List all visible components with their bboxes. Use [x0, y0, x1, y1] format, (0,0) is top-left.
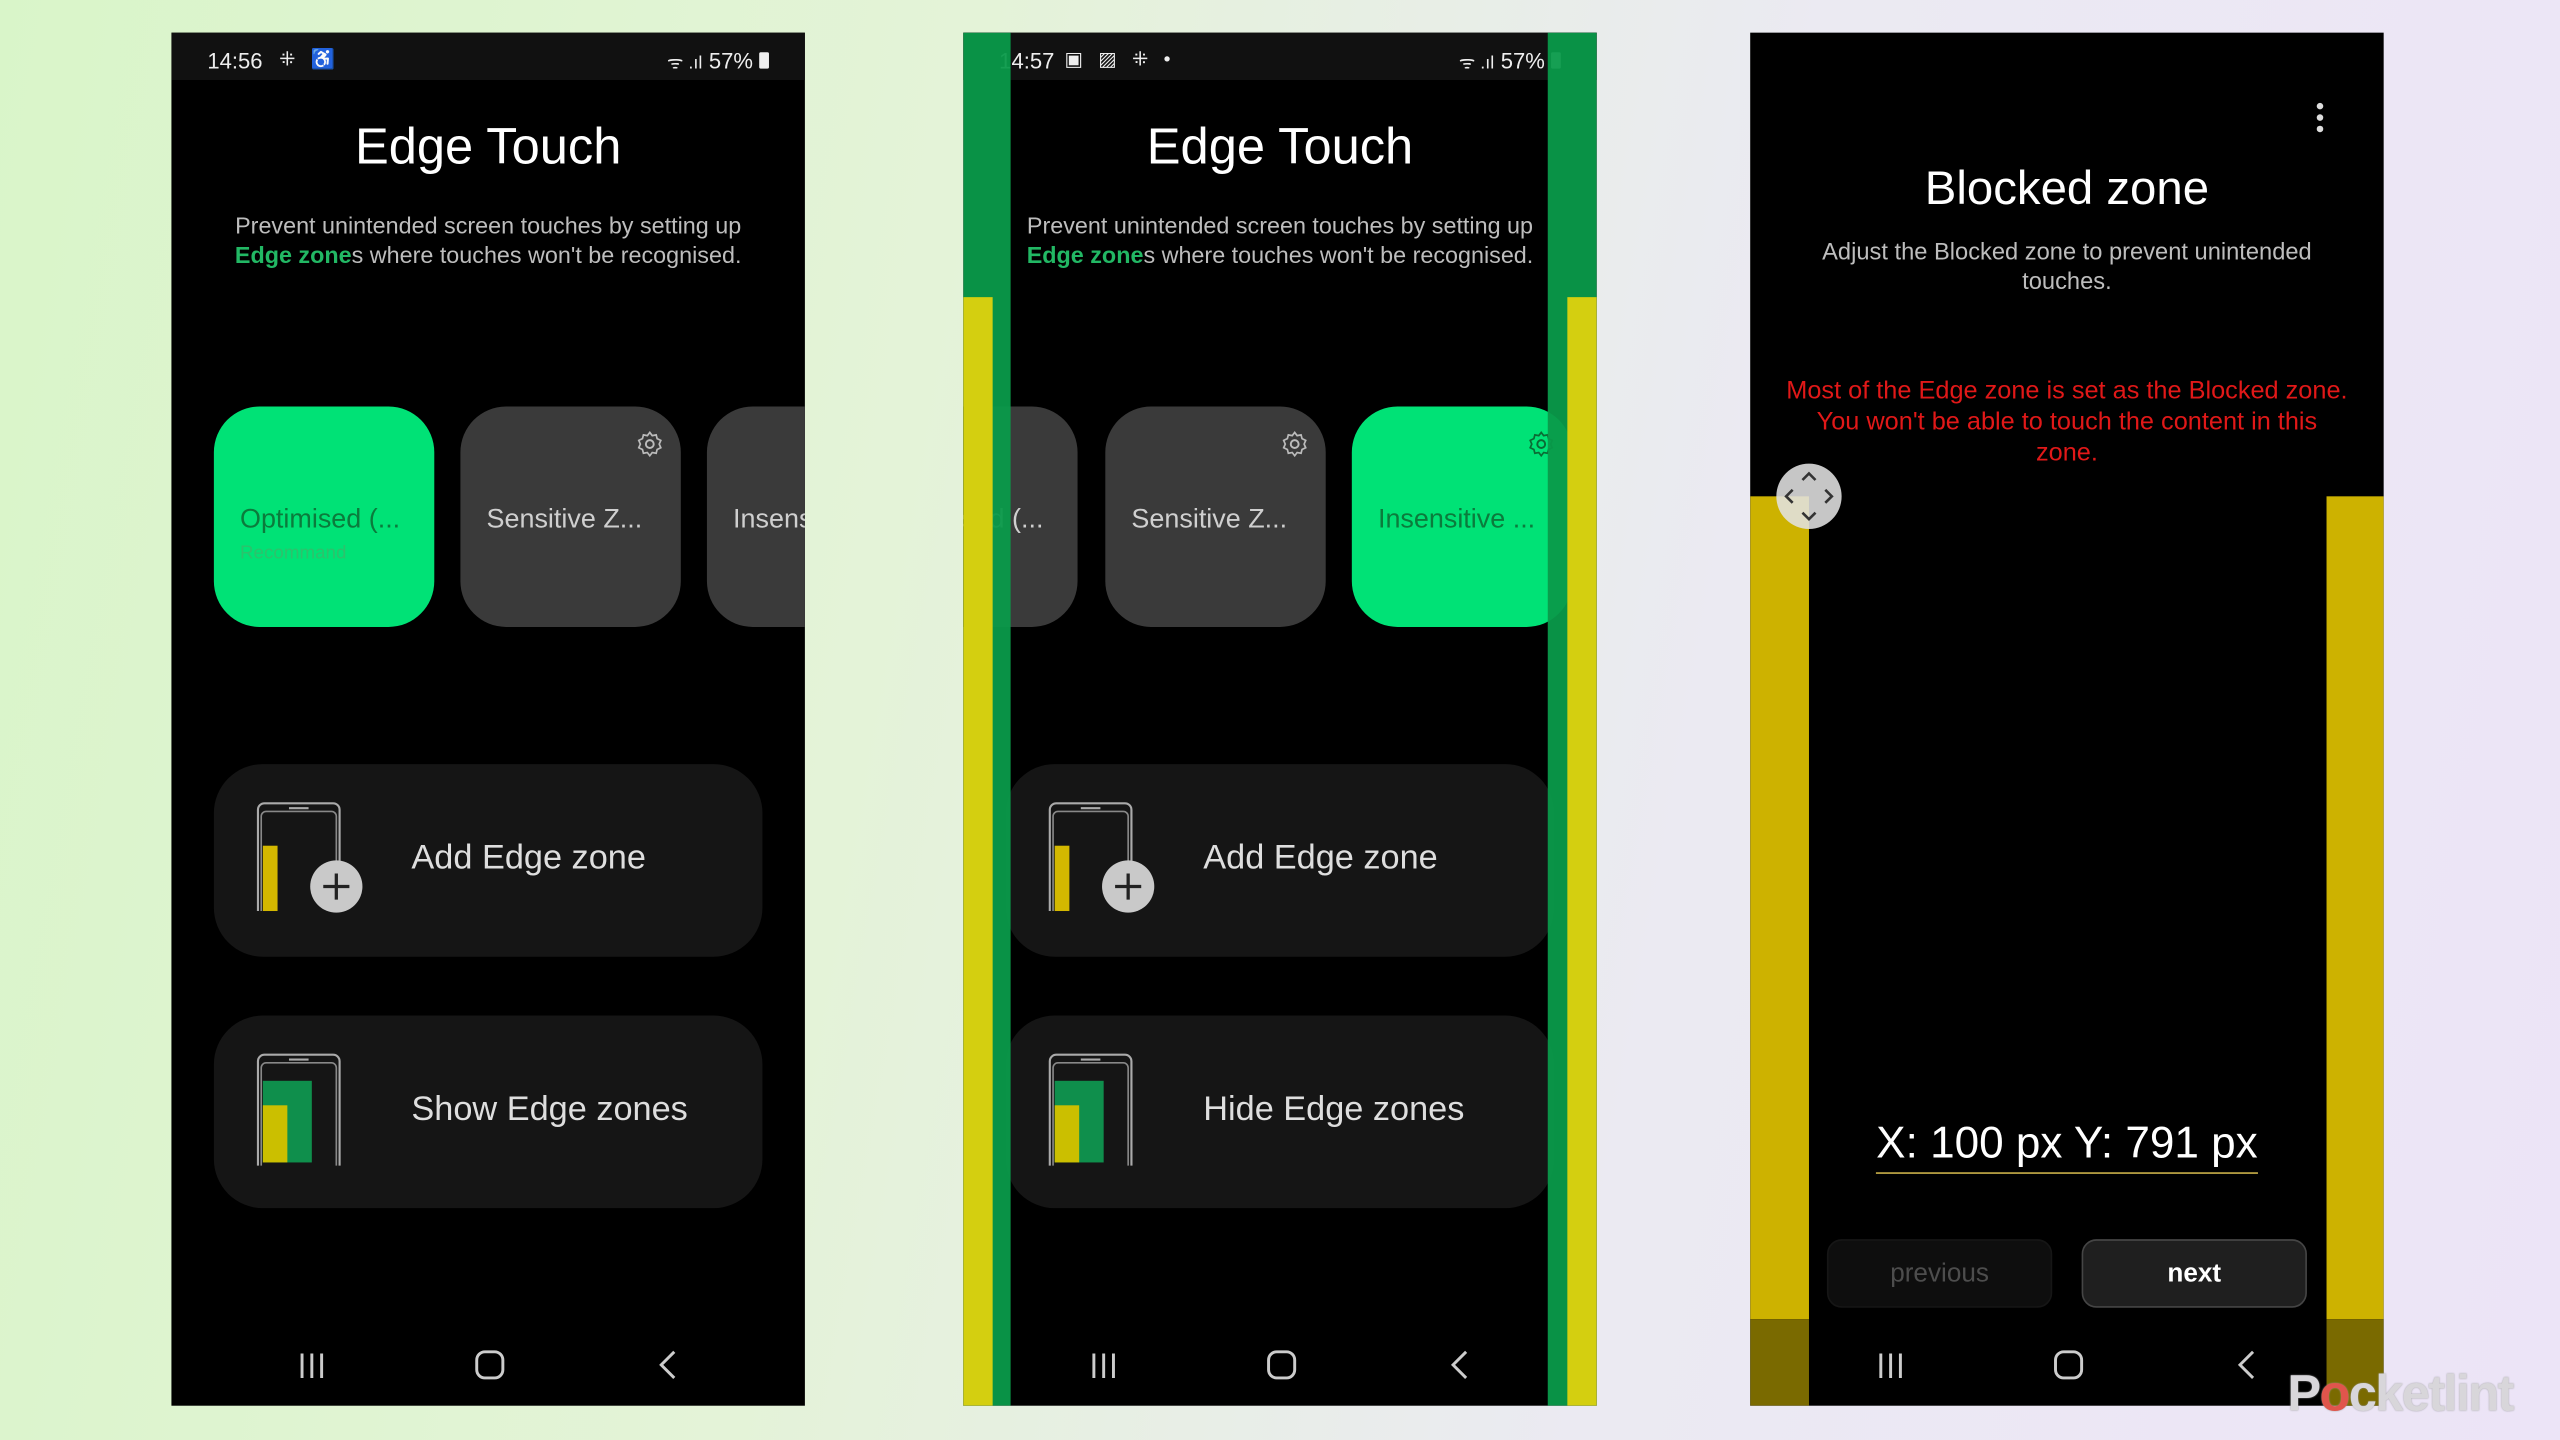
notification-icons: ▣ ▨ ⁜ •	[1064, 47, 1176, 71]
home-icon[interactable]	[473, 1349, 506, 1382]
page-title: Blocked zone	[1924, 163, 2210, 216]
add-edge-zone-icon	[1048, 802, 1155, 913]
home-icon[interactable]	[2052, 1349, 2085, 1382]
add-edge-zone-button[interactable]: Add Edge zone	[1005, 764, 1555, 957]
navigation-bar	[171, 1349, 804, 1385]
notification-icons: ⁜ ♿	[279, 47, 341, 71]
page-description: Prevent unintended screen touches by set…	[1026, 213, 1534, 270]
gear-icon[interactable]	[635, 429, 664, 458]
recent-apps-icon[interactable]	[299, 1349, 325, 1382]
next-button[interactable]: next	[2081, 1239, 2307, 1308]
wifi-signal-icon: ᯤ .ıl	[667, 53, 703, 74]
mode-card-optimised[interactable]: Optimised (... Recommand	[213, 406, 435, 627]
screenshot-collage: 14:56 ⁜ ♿ ᯤ .ıl 57% Edge Touch Prevent un…	[0, 0, 2560, 1440]
hide-edge-zones-button[interactable]: Hide Edge zones	[1005, 1015, 1555, 1209]
battery-icon	[759, 52, 769, 69]
edge-zone-link[interactable]: Edge zone	[1027, 243, 1144, 269]
coordinates-readout[interactable]: X: 100 px Y: 791 px	[1750, 1118, 2383, 1174]
recent-apps-icon[interactable]	[1091, 1349, 1117, 1382]
battery-level: 57%	[708, 48, 754, 74]
add-edge-zone-icon	[256, 802, 363, 913]
mode-card-insensitive[interactable]: Insensitive ...	[706, 406, 805, 627]
mode-card-insensitive[interactable]: Insensitive ...	[1351, 406, 1573, 627]
battery-level: 57%	[1500, 48, 1545, 74]
page-subtitle: Adjust the Blocked zone to prevent unint…	[1822, 239, 2312, 296]
drag-handle-move-icon[interactable]	[1775, 462, 1844, 531]
home-icon[interactable]	[1265, 1349, 1298, 1382]
show-edge-zones-icon	[256, 1053, 341, 1166]
blocked-zone-overlay-right	[1567, 297, 1597, 1406]
mode-card-sensitive[interactable]: Sensitive Z...	[1105, 406, 1326, 627]
pocketlint-watermark-logo: Pocketlint	[2287, 1364, 2514, 1423]
status-bar: 14:56 ⁜ ♿ ᯤ .ıl 57%	[171, 32, 805, 80]
blocked-zone-right	[2326, 496, 2384, 1320]
phone-screen-edge-touch-1: 14:56 ⁜ ♿ ᯤ .ıl 57% Edge Touch Prevent un…	[171, 32, 805, 1406]
navigation-bar	[963, 1349, 1596, 1385]
more-vertical-icon[interactable]	[2312, 101, 2328, 134]
recent-apps-icon[interactable]	[1878, 1349, 1904, 1382]
show-edge-zones-button[interactable]: Show Edge zones	[213, 1015, 763, 1209]
blocked-zone-left	[1750, 496, 1809, 1320]
page-title: Edge Touch	[1146, 117, 1414, 175]
back-icon[interactable]	[2235, 1349, 2258, 1382]
status-bar: 14:57 ▣ ▨ ⁜ • ᯤ .ıl 57%	[963, 32, 1597, 80]
previous-button[interactable]: previous	[1826, 1239, 2053, 1308]
status-time: 14:56	[207, 48, 263, 74]
back-icon[interactable]	[1448, 1349, 1471, 1382]
hide-edge-zones-icon	[1048, 1053, 1133, 1166]
warning-message: Most of the Edge zone is set as the Bloc…	[1786, 377, 2348, 467]
recommended-label: Recommand	[239, 543, 347, 564]
edge-zone-link[interactable]: Edge zone	[235, 243, 352, 269]
add-edge-zone-button[interactable]: Add Edge zone	[213, 764, 763, 957]
gear-icon[interactable]	[1280, 429, 1309, 458]
phone-screen-blocked-zone: Blocked zone Adjust the Blocked zone to …	[1750, 32, 2384, 1406]
page-description: Prevent unintended screen touches by set…	[234, 213, 742, 270]
page-title: Edge Touch	[354, 117, 622, 175]
mode-card-sensitive[interactable]: Sensitive Z...	[460, 406, 681, 627]
phone-screen-edge-touch-2: 14:57 ▣ ▨ ⁜ • ᯤ .ıl 57% Edge Touch Preven…	[963, 32, 1597, 1406]
blocked-zone-overlay-left	[963, 297, 993, 1406]
back-icon[interactable]	[656, 1349, 679, 1382]
wifi-signal-icon: ᯤ .ıl	[1458, 53, 1495, 74]
